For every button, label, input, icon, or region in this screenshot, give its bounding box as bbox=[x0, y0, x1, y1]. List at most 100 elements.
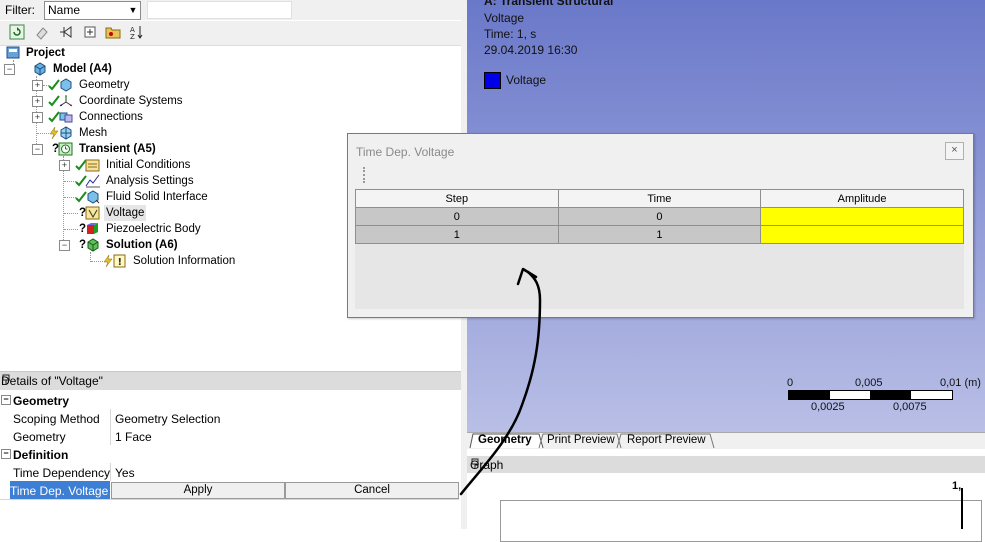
sort-az-icon[interactable]: AZ bbox=[128, 24, 146, 42]
table-row: 0 0 bbox=[355, 207, 964, 226]
tree-item-label: Project bbox=[26, 47, 65, 59]
expand-icon[interactable]: + bbox=[32, 80, 43, 91]
collapse-icon[interactable]: − bbox=[59, 240, 70, 251]
details-key: Geometry bbox=[13, 430, 66, 444]
tree-item-label: Piezoelectric Body bbox=[106, 223, 201, 235]
tree-item-label: Fluid Solid Interface bbox=[106, 191, 208, 203]
svg-text:Z: Z bbox=[130, 33, 135, 40]
piezoelectric-body-icon bbox=[85, 222, 101, 236]
collapse-icon[interactable]: − bbox=[1, 449, 11, 459]
pin-graph-icon[interactable] bbox=[57, 24, 75, 42]
legend-color-swatch bbox=[484, 72, 501, 89]
expand-icon[interactable]: + bbox=[32, 112, 43, 123]
collapse-icon[interactable]: − bbox=[32, 144, 43, 155]
dialog-empty-area bbox=[355, 244, 964, 309]
details-row-geometry[interactable]: Geometry 1 Face bbox=[0, 427, 459, 446]
filter-dropdown-value: Name bbox=[48, 3, 81, 17]
column-header-amplitude[interactable]: Amplitude bbox=[760, 189, 964, 208]
expand-icon[interactable]: + bbox=[32, 96, 43, 107]
model-icon bbox=[32, 62, 48, 76]
table-row: 1 1 bbox=[355, 225, 964, 244]
graph-panel-title: Graph bbox=[467, 456, 985, 473]
graphics-tab-bar: Geometry Print Preview Report Preview bbox=[467, 432, 985, 449]
graphics-date: 29.04.2019 16:30 bbox=[484, 43, 578, 57]
filter-bar: Filter: Name ▼ bbox=[0, 0, 461, 20]
details-key: Time Dep. Voltage bbox=[10, 484, 109, 498]
svg-text:!: ! bbox=[118, 257, 123, 268]
graphics-title: A: Transient Structural bbox=[484, 0, 614, 8]
tree-toolbar: AZ bbox=[0, 21, 461, 46]
dialog-title: Time Dep. Voltage bbox=[356, 145, 455, 159]
fluid-solid-interface-icon bbox=[85, 190, 101, 204]
folder-icon[interactable] bbox=[104, 24, 122, 42]
tree-item-label: Voltage bbox=[106, 207, 145, 219]
scale-label: 0 bbox=[787, 377, 794, 389]
cancel-button[interactable]: Cancel bbox=[285, 482, 459, 499]
graphics-time: Time: 1, s bbox=[484, 27, 537, 41]
amplitude-cell[interactable] bbox=[760, 207, 964, 226]
expand-all-icon[interactable] bbox=[81, 24, 99, 42]
graphics-info: Voltage Time: 1, s 29.04.2019 16:30 bbox=[484, 10, 577, 58]
chevron-down-icon: ▼ bbox=[128, 5, 138, 15]
tree-item-label: Solution (A6) bbox=[106, 239, 178, 251]
initial-conditions-icon bbox=[85, 158, 101, 172]
transient-analysis-icon bbox=[58, 142, 74, 156]
mesh-icon bbox=[58, 126, 74, 140]
scale-label: 0,0075 bbox=[893, 401, 927, 413]
pin-icon[interactable] bbox=[1, 374, 456, 389]
details-section-geometry[interactable]: − Geometry bbox=[0, 391, 459, 410]
refresh-icon[interactable] bbox=[8, 24, 26, 42]
tab-print-preview[interactable]: Print Preview bbox=[547, 433, 615, 448]
details-value[interactable]: 1 Face bbox=[115, 430, 152, 444]
details-row-time-dependency[interactable]: Time Dependency Yes bbox=[0, 463, 459, 482]
details-value[interactable]: Yes bbox=[115, 466, 135, 480]
details-panel-title: Details of "Voltage" bbox=[0, 371, 461, 390]
step-cell[interactable]: 1 bbox=[355, 225, 559, 244]
step-cell[interactable]: 0 bbox=[355, 207, 559, 226]
details-section-definition[interactable]: − Definition bbox=[0, 445, 459, 464]
details-row-time-dep-voltage[interactable]: Time Dep. Voltage Apply Cancel bbox=[0, 481, 459, 500]
tree-item-label: Connections bbox=[79, 111, 143, 123]
details-value[interactable]: Geometry Selection bbox=[115, 412, 220, 426]
filter-search-input[interactable] bbox=[147, 1, 292, 19]
scale-labels-bottom: 0,0025 0,0075 bbox=[787, 401, 985, 415]
voltage-icon bbox=[85, 206, 101, 220]
tree-item-label: Transient (A5) bbox=[79, 143, 156, 155]
close-button[interactable]: × bbox=[945, 142, 964, 160]
tree-item-label: Model (A4) bbox=[53, 63, 112, 75]
apply-button[interactable]: Apply bbox=[111, 482, 285, 499]
tree-item-label: Solution Information bbox=[133, 255, 236, 267]
coordinate-axes-icon bbox=[58, 94, 74, 108]
legend-label: Voltage bbox=[506, 73, 547, 87]
column-header-step[interactable]: Step bbox=[355, 189, 559, 208]
tree-item-label: Analysis Settings bbox=[106, 175, 194, 187]
time-cell[interactable]: 1 bbox=[557, 225, 762, 244]
tab-report-preview[interactable]: Report Preview bbox=[627, 433, 706, 448]
amplitude-cell[interactable] bbox=[760, 225, 964, 244]
pin-icon[interactable] bbox=[470, 458, 982, 473]
solution-information-icon: ! bbox=[112, 254, 128, 268]
details-key: Time Dependency bbox=[13, 466, 110, 480]
tree-item-label: Mesh bbox=[79, 127, 108, 139]
eraser-icon[interactable] bbox=[33, 24, 51, 42]
analysis-settings-icon bbox=[85, 174, 101, 188]
expand-icon[interactable]: + bbox=[59, 160, 70, 171]
filter-dropdown[interactable]: Name ▼ bbox=[44, 1, 141, 20]
time-table: Step Time Amplitude 0 0 1 1 bbox=[355, 189, 964, 244]
tab-geometry[interactable]: Geometry bbox=[478, 433, 532, 448]
collapse-icon[interactable]: − bbox=[1, 395, 11, 405]
collapse-icon[interactable]: − bbox=[4, 64, 15, 75]
time-cell[interactable]: 0 bbox=[557, 207, 762, 226]
graphics-subtitle: Voltage bbox=[484, 11, 525, 25]
details-row-scoping-method[interactable]: Scoping Method Geometry Selection bbox=[0, 409, 459, 428]
filter-label: Filter: bbox=[5, 3, 35, 17]
solution-icon bbox=[85, 238, 101, 252]
tree-item-label: Coordinate Systems bbox=[79, 95, 183, 107]
scale-bar bbox=[788, 390, 953, 400]
tree-item-label: Geometry bbox=[79, 79, 130, 91]
toolbar-grip-icon[interactable] bbox=[363, 167, 365, 183]
connections-icon bbox=[58, 110, 74, 124]
project-icon bbox=[6, 46, 22, 60]
column-header-time[interactable]: Time bbox=[557, 189, 762, 208]
time-dep-voltage-dialog[interactable]: Time Dep. Voltage × Step Time Amplitude … bbox=[347, 133, 974, 318]
